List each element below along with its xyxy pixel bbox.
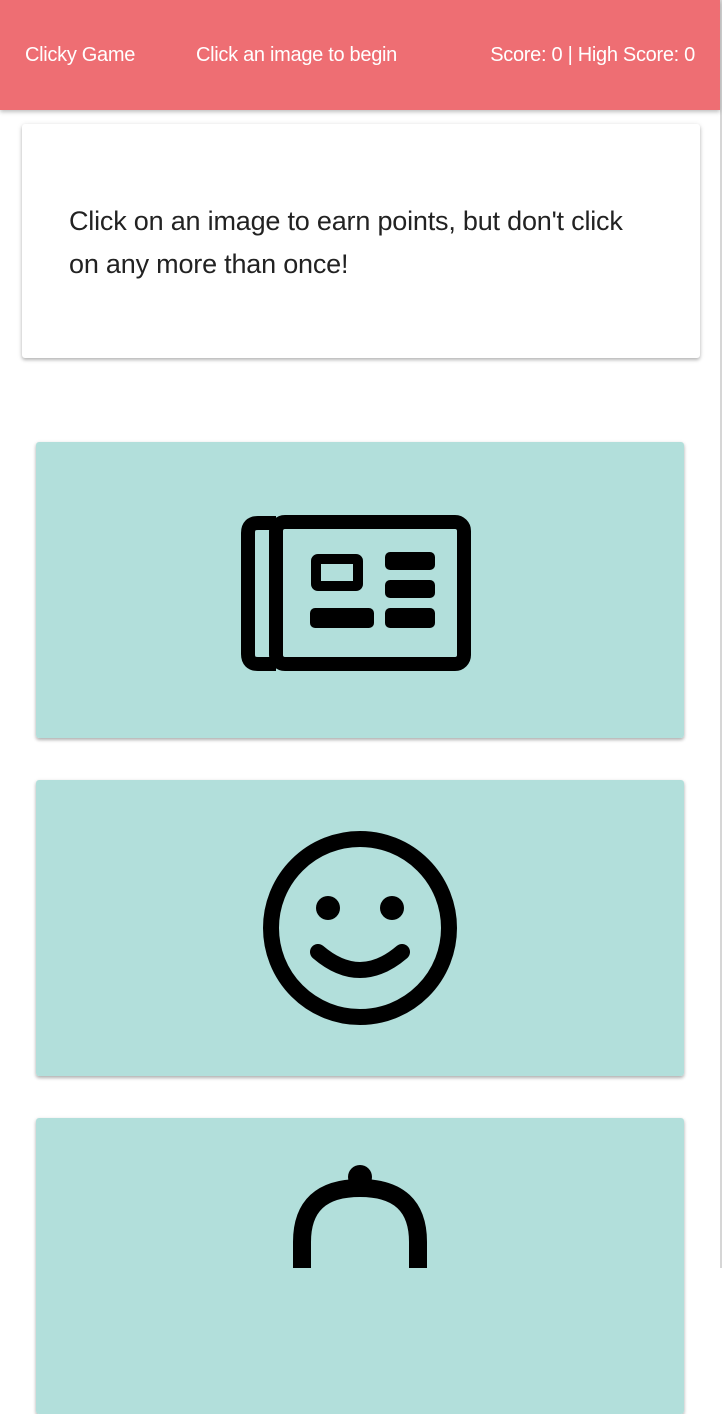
navbar: Clicky Game Click an image to begin Scor… <box>0 0 720 110</box>
image-tile-smiley[interactable] <box>36 780 684 1076</box>
image-tile-newspaper[interactable] <box>36 442 684 738</box>
score-display: Score: 0 | High Score: 0 <box>490 44 695 66</box>
brand-link[interactable]: Clicky Game <box>25 0 135 110</box>
instructions-card: Click on an image to earn points, but do… <box>22 124 700 358</box>
bell-icon <box>36 1118 684 1414</box>
smiley-face-icon <box>36 780 684 1076</box>
image-tile-bell[interactable] <box>36 1118 684 1414</box>
instructions-text: Click on an image to earn points, but do… <box>69 206 623 279</box>
newspaper-icon <box>36 442 684 738</box>
game-status-message: Click an image to begin <box>196 44 397 66</box>
